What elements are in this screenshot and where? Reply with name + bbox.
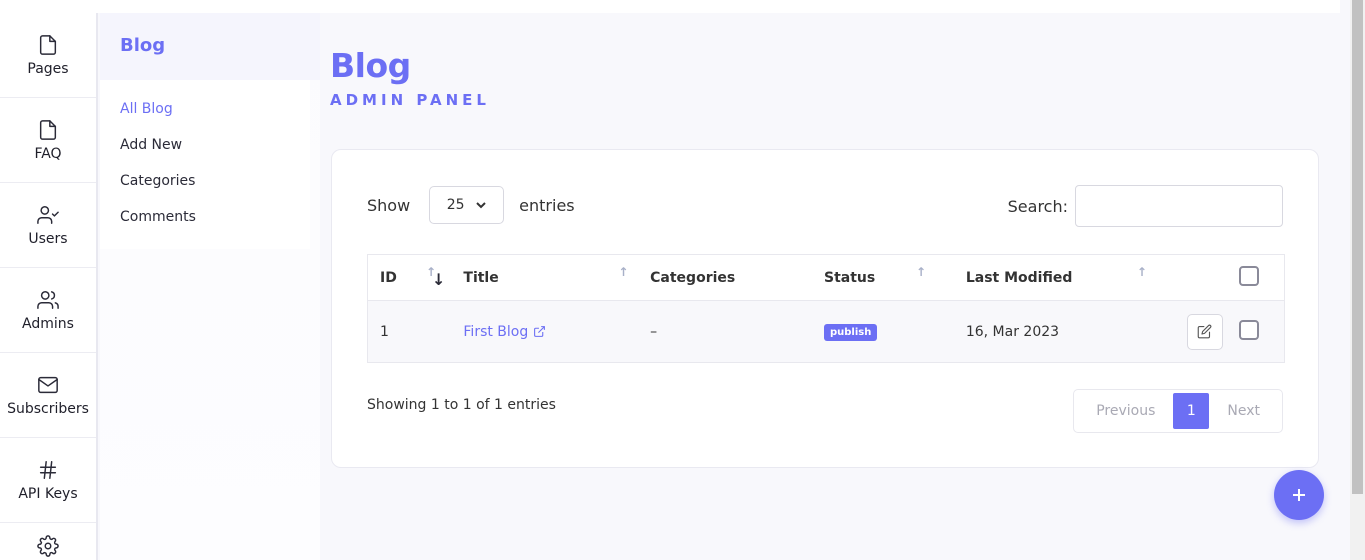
submenu-link-categories[interactable]: Categories [100,164,310,200]
submenu-header: Blog [100,13,320,80]
rail-item-label: Pages [27,60,69,77]
external-link-icon [534,326,546,337]
column-header-select [1226,254,1285,301]
rail-item-settings[interactable] [0,523,96,560]
page-subtitle: ADMIN PANEL [330,91,490,109]
page-heading: Blog ADMIN PANEL [330,46,490,109]
submenu-link-all-blog[interactable]: All Blog [100,92,310,128]
select-all-checkbox[interactable] [1238,265,1259,286]
edit-button[interactable] [1186,313,1223,350]
page-title: Blog [330,46,411,85]
cell-title: First Blog [451,300,639,363]
mail-icon [38,376,58,393]
next-button[interactable]: Next [1209,403,1278,419]
column-header-id[interactable]: ID ↑ ↓ [367,254,452,301]
sort-asc-icon: ↑ [915,265,927,279]
blog-title-text: First Blog [463,323,529,340]
cell-select [1226,300,1285,363]
column-header-last-modified[interactable]: Last Modified ↑ [953,254,1175,301]
sort-asc-icon: ↑ [1136,265,1147,279]
rail-item-label: Subscribers [7,400,89,417]
scrollbar-thumb[interactable] [1352,0,1363,494]
chevron-down-icon [475,202,486,209]
search-label: Search: [1007,196,1068,216]
user-check-icon [37,205,59,224]
search-input[interactable] [1075,185,1283,227]
entries-label: entries [519,195,575,215]
file-icon [39,119,57,140]
column-header-actions [1174,254,1227,301]
rail-item-api-keys[interactable]: API Keys [0,438,96,523]
search-control: Search: [1008,185,1283,227]
users-icon [37,290,59,309]
rail-item-label: FAQ [34,145,62,162]
rail-item-admins[interactable]: Admins [0,268,96,353]
show-label: Show [367,195,411,215]
column-header-status[interactable]: Status ↑ [811,254,954,301]
cell-status: publish [811,300,954,363]
column-header-label: Last Modified [965,269,1073,286]
file-icon [39,34,57,55]
cell-categories: – [638,300,812,363]
entries-select-value: 25 [446,197,465,213]
blog-table-card: Show 25 entries Search: ID ↑ ↓ Title ↑ C… [331,149,1319,468]
column-header-label: ID [380,269,397,286]
rail-item-label: Admins [22,315,74,332]
submenu-link-comments[interactable]: Comments [100,200,310,236]
column-header-title[interactable]: Title ↑ [451,254,639,301]
plus-icon [1293,489,1305,501]
blog-table: ID ↑ ↓ Title ↑ Categories Status ↑ Last … [367,254,1285,363]
blog-title-link[interactable]: First Blog [463,324,546,340]
column-header-label: Status [823,269,876,286]
submenu-link-add-new[interactable]: Add New [100,128,310,164]
blog-submenu: Blog All Blog Add New Categories Comment… [100,13,320,560]
column-header-label: Categories [650,269,736,286]
cell-id: 1 [367,300,452,363]
column-header-label: Title [463,269,499,286]
entries-select[interactable]: 25 [429,186,505,224]
table-info: Showing 1 to 1 of 1 entries [367,397,556,413]
add-button[interactable] [1274,470,1324,520]
submenu-title: Blog [120,35,166,56]
rail-item-label: Users [28,230,68,247]
page-scrollbar[interactable] [1350,0,1365,560]
cell-actions [1174,300,1227,363]
rail-item-users[interactable]: Users [0,183,96,268]
entries-length-control: Show 25 entries [367,186,575,224]
cell-last-modified: 16, Mar 2023 [953,300,1175,363]
rail-item-subscribers[interactable]: Subscribers [0,353,96,438]
edit-icon [1197,324,1212,339]
table-row: 1 First Blog – publish 16, Mar 2023 [367,300,1285,363]
column-header-categories: Categories [638,254,812,301]
page-button-current[interactable]: 1 [1173,393,1210,429]
icon-rail: Pages FAQ Users Admins Subscribers API K… [0,13,98,560]
gear-icon [37,535,59,557]
rail-item-pages[interactable]: Pages [0,13,96,98]
table-header-row: ID ↑ ↓ Title ↑ Categories Status ↑ Last … [367,254,1285,301]
previous-button[interactable]: Previous [1078,403,1173,419]
row-checkbox[interactable] [1238,319,1259,340]
sort-asc-icon: ↑ [618,265,629,279]
rail-item-faq[interactable]: FAQ [0,98,96,183]
rail-item-label: API Keys [18,485,78,502]
sort-desc-icon: ↓ [432,270,446,289]
pagination: Previous 1 Next [1073,389,1283,433]
hash-icon [39,460,57,479]
status-badge: publish [823,323,878,341]
top-bar [0,0,1340,13]
submenu-list: All Blog Add New Categories Comments [100,80,310,249]
